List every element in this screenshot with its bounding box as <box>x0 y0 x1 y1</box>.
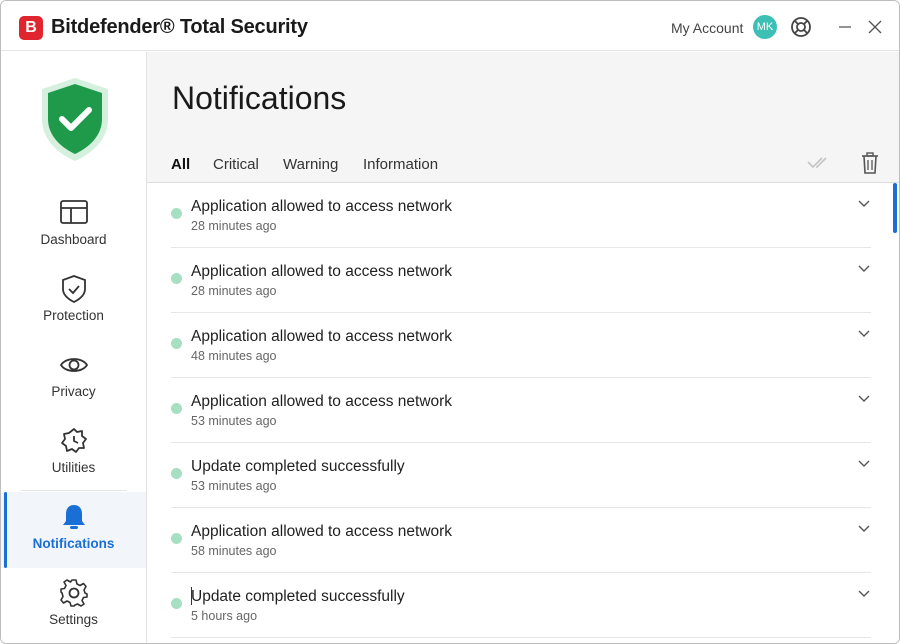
chevron-down-icon[interactable] <box>857 589 871 599</box>
sidebar-item-protection[interactable]: Protection <box>1 264 146 340</box>
dashboard-icon <box>60 200 88 224</box>
shield-status-icon <box>42 78 108 161</box>
shield-check-icon <box>62 275 86 304</box>
status-dot <box>171 468 182 479</box>
notification-title: Application allowed to access network <box>191 328 453 345</box>
sidebar-item-utilities[interactable]: Utilities <box>1 416 146 492</box>
eye-icon <box>59 358 89 372</box>
tab-critical[interactable]: Critical <box>213 156 259 184</box>
list-item[interactable]: Application allowed to access network 28… <box>171 183 871 248</box>
sidebar-divider <box>21 490 127 491</box>
notification-list: Application allowed to access network 28… <box>147 182 899 643</box>
chevron-down-icon[interactable] <box>857 524 871 534</box>
sidebar-item-label: Utilities <box>51 460 96 475</box>
chevron-down-icon[interactable] <box>857 394 871 404</box>
main-panel: Notifications All Critical Warning Infor… <box>147 52 899 643</box>
chevron-down-icon[interactable] <box>857 459 871 469</box>
minimize-icon[interactable] <box>835 17 855 37</box>
chevron-down-icon[interactable] <box>857 199 871 209</box>
notification-time: 28 minutes ago <box>191 219 277 233</box>
list-item[interactable]: Update completed successfully 5 hours ag… <box>171 573 871 638</box>
my-account-link[interactable]: My Account <box>671 20 743 36</box>
scrollbar-thumb[interactable] <box>893 183 897 233</box>
status-dot <box>171 273 182 284</box>
status-dot <box>171 403 182 414</box>
sidebar-item-label: Notifications <box>32 536 115 551</box>
trash-icon[interactable] <box>859 151 881 175</box>
app-window: B Bitdefender® Total Security My Account… <box>0 0 900 644</box>
notification-time: 5 hours ago <box>191 609 258 623</box>
sidebar-item-label: Privacy <box>51 384 96 399</box>
list-item[interactable]: Application allowed to access network 58… <box>171 508 871 573</box>
gear-icon <box>60 579 88 607</box>
utilities-icon <box>61 428 87 453</box>
bell-icon <box>63 505 85 529</box>
status-dot <box>171 533 182 544</box>
close-icon[interactable] <box>865 17 885 37</box>
notification-title: Update completed successfully <box>191 588 405 605</box>
notification-title: Application allowed to access network <box>191 393 453 410</box>
list-item[interactable]: Application allowed to access network 53… <box>171 378 871 443</box>
sidebar-item-label: Dashboard <box>40 232 107 247</box>
avatar[interactable]: MK <box>753 15 777 39</box>
notification-title: Application allowed to access network <box>191 198 453 215</box>
list-item[interactable]: Application allowed to access network 48… <box>171 313 871 378</box>
status-dot <box>171 338 182 349</box>
sidebar-item-privacy[interactable]: Privacy <box>1 340 146 416</box>
notification-time: 58 minutes ago <box>191 544 277 558</box>
status-dot <box>171 208 182 219</box>
title-bar: B Bitdefender® Total Security My Account… <box>1 1 899 51</box>
tab-all[interactable]: All <box>171 156 191 185</box>
mark-all-read-icon[interactable] <box>805 150 833 174</box>
sidebar-item-notifications[interactable]: Notifications <box>1 492 146 568</box>
list-item[interactable]: Application allowed to access network 28… <box>171 248 871 313</box>
notification-time: 53 minutes ago <box>191 479 277 493</box>
notification-title: Application allowed to access network <box>191 523 453 540</box>
tab-warning[interactable]: Warning <box>283 156 338 184</box>
notification-time: 28 minutes ago <box>191 284 277 298</box>
notification-title: Application allowed to access network <box>191 263 453 280</box>
notification-time: 53 minutes ago <box>191 414 277 428</box>
sidebar-item-settings[interactable]: Settings <box>1 568 146 643</box>
chevron-down-icon[interactable] <box>857 264 871 274</box>
status-dot <box>171 598 182 609</box>
sidebar-item-label: Protection <box>43 308 104 323</box>
tab-information[interactable]: Information <box>363 156 438 184</box>
bitdefender-logo-icon: B <box>19 16 43 40</box>
sidebar-item-dashboard[interactable]: Dashboard <box>1 188 146 264</box>
sidebar-item-label: Settings <box>49 612 98 627</box>
lifebuoy-help-icon[interactable] <box>790 16 812 38</box>
sidebar: Dashboard Protection Privacy Utilities N… <box>1 52 147 643</box>
list-item[interactable]: Update completed successfully 53 minutes… <box>171 443 871 508</box>
chevron-down-icon[interactable] <box>857 329 871 339</box>
page-title: Notifications <box>172 80 347 116</box>
notification-title: Update completed successfully <box>191 458 405 475</box>
app-title: Bitdefender® Total Security <box>51 16 308 38</box>
notification-time: 48 minutes ago <box>191 349 277 363</box>
